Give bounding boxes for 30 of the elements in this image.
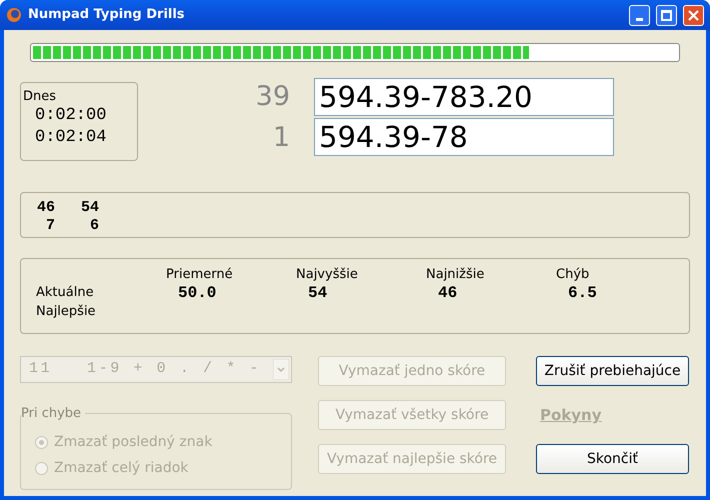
score-value: 54	[307, 283, 328, 303]
app-icon	[6, 7, 22, 23]
maximize-button[interactable]	[656, 4, 677, 26]
column-header: Najnižšie	[426, 266, 486, 283]
column-header: Chýb	[556, 266, 590, 283]
dropdown-icon	[273, 359, 289, 380]
line-count: 1	[272, 120, 291, 154]
row-label: Najlepšie	[36, 303, 97, 321]
stat-value: 6	[88, 217, 99, 235]
score-value: 50.0	[177, 283, 218, 303]
time-value: 0:02:04	[34, 127, 108, 149]
column-header: Priemerné	[166, 266, 234, 283]
minimize-button[interactable]	[629, 4, 650, 26]
action-button[interactable]: Zrušiť prebiehajúce	[536, 356, 689, 386]
close-icon	[688, 10, 699, 20]
column-header: Najvyššie	[296, 266, 359, 283]
score-value: 46	[437, 283, 458, 303]
row-label: Aktuálne	[36, 284, 95, 302]
stat-value: 54	[80, 199, 99, 217]
action-button[interactable]: Skončiť	[536, 444, 689, 474]
line-count: 39	[254, 80, 291, 114]
today-label: Dnes	[23, 89, 58, 105]
maximize-icon	[661, 10, 672, 20]
minimize-icon	[636, 18, 643, 20]
window-title: Numpad Typing Drills	[28, 6, 186, 24]
close-button[interactable]	[683, 4, 704, 26]
stat-value: 7	[44, 217, 55, 235]
stat-value: 46	[36, 199, 55, 217]
time-value: 0:02:00	[34, 105, 108, 127]
score-value: 6.5	[567, 283, 598, 303]
